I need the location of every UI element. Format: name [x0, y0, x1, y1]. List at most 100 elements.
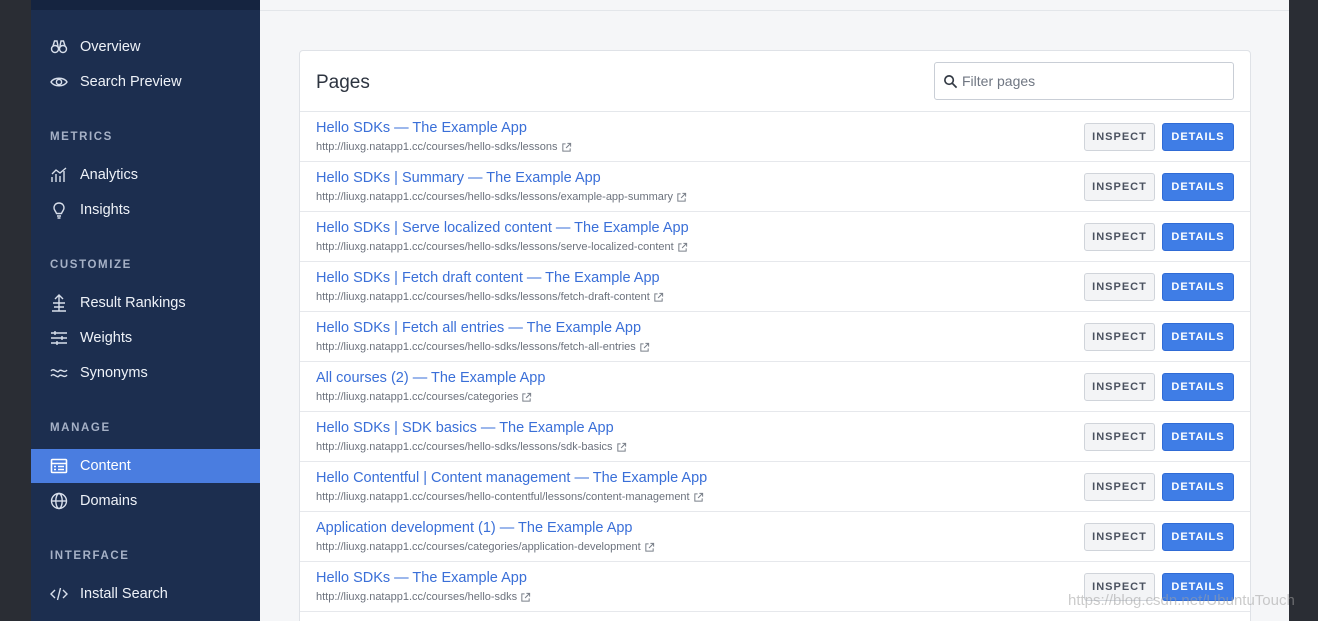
details-button[interactable]: DETAILS	[1162, 523, 1234, 551]
table-row: Hello SDKs | Fetch draft content — The E…	[300, 262, 1250, 312]
inspect-button[interactable]: INSPECT	[1084, 273, 1155, 301]
table-row: Hello SDKs | Summary — The Example App ht…	[300, 162, 1250, 212]
page-title-link[interactable]: Hello SDKs | Serve localized content — T…	[316, 220, 689, 236]
details-button[interactable]: DETAILS	[1162, 273, 1234, 301]
page-url-text[interactable]: http://liuxg.natapp1.cc/courses/categori…	[316, 391, 518, 403]
page-url-text[interactable]: http://liuxg.natapp1.cc/courses/hello-sd…	[316, 591, 517, 603]
section-title-interface: INTERFACE	[50, 550, 130, 562]
sidebar-item-install-search[interactable]: Install Search	[31, 577, 260, 611]
page-url[interactable]: http://liuxg.natapp1.cc/courses/hello-sd…	[316, 191, 687, 203]
page-url-text[interactable]: http://liuxg.natapp1.cc/courses/hello-sd…	[316, 241, 674, 253]
external-link-icon[interactable]	[644, 542, 655, 553]
sidebar: Overview Search Preview METRICS Analytic…	[31, 0, 260, 621]
external-link-icon[interactable]	[639, 342, 650, 353]
inspect-button[interactable]: INSPECT	[1084, 223, 1155, 251]
wave-icon	[50, 364, 68, 382]
lightbulb-icon	[50, 201, 68, 219]
external-link-icon[interactable]	[561, 142, 572, 153]
page-url[interactable]: http://liuxg.natapp1.cc/courses/hello-sd…	[316, 291, 664, 303]
page-url-text[interactable]: http://liuxg.natapp1.cc/courses/hello-sd…	[316, 341, 636, 353]
inspect-button[interactable]: INSPECT	[1084, 523, 1155, 551]
sidebar-item-label: Domains	[80, 493, 138, 509]
globe-icon	[50, 492, 68, 510]
sidebar-item-insights[interactable]: Insights	[31, 193, 260, 227]
details-button[interactable]: DETAILS	[1162, 323, 1234, 351]
inspect-button[interactable]: INSPECT	[1084, 123, 1155, 151]
page-url-text[interactable]: http://liuxg.natapp1.cc/courses/hello-sd…	[316, 441, 613, 453]
page-title-link[interactable]: Hello SDKs — The Example App	[316, 570, 527, 586]
sidebar-item-label: Weights	[80, 330, 133, 346]
external-link-icon[interactable]	[653, 292, 664, 303]
sidebar-item-analytics[interactable]: Analytics	[31, 158, 260, 192]
page-url-text[interactable]: http://liuxg.natapp1.cc/courses/hello-sd…	[316, 291, 650, 303]
external-link-icon[interactable]	[616, 442, 627, 453]
sidebar-item-label: Install Search	[80, 586, 168, 602]
sidebar-top-bar	[31, 0, 260, 10]
page-title-link[interactable]: Hello SDKs | Fetch all entries — The Exa…	[316, 320, 641, 336]
table-row: Hello SDKs | SDK basics — The Example Ap…	[300, 412, 1250, 462]
sidebar-item-label: Result Rankings	[80, 295, 186, 311]
window-left-edge	[0, 0, 31, 621]
page-url-text[interactable]: http://liuxg.natapp1.cc/courses/categori…	[316, 541, 641, 553]
sidebar-item-domains[interactable]: Domains	[31, 484, 260, 518]
watermark: https://blog.csdn.net/UbuntuTouch	[1068, 592, 1295, 609]
details-button[interactable]: DETAILS	[1162, 423, 1234, 451]
page-title-link[interactable]: Hello SDKs | Fetch draft content — The E…	[316, 270, 660, 286]
page-title-link[interactable]: Hello Contentful | Content management — …	[316, 470, 707, 486]
page-url-text[interactable]: http://liuxg.natapp1.cc/courses/hello-sd…	[316, 141, 558, 153]
table-row: Hello SDKs | Fetch all entries — The Exa…	[300, 312, 1250, 362]
external-link-icon[interactable]	[676, 192, 687, 203]
inspect-button[interactable]: INSPECT	[1084, 423, 1155, 451]
binoculars-icon	[50, 38, 68, 56]
details-button[interactable]: DETAILS	[1162, 123, 1234, 151]
sidebar-item-content[interactable]: Content	[31, 449, 260, 483]
filter-pages-input[interactable]	[962, 73, 1222, 89]
page-url[interactable]: http://liuxg.natapp1.cc/courses/hello-sd…	[316, 591, 531, 603]
details-button[interactable]: DETAILS	[1162, 373, 1234, 401]
details-button[interactable]: DETAILS	[1162, 173, 1234, 201]
page-title-link[interactable]: Hello SDKs | Summary — The Example App	[316, 170, 601, 186]
rankings-icon	[50, 294, 68, 312]
external-link-icon[interactable]	[520, 592, 531, 603]
sidebar-item-result-rankings[interactable]: Result Rankings	[31, 286, 260, 320]
table-row: Hello SDKs | Serve localized content — T…	[300, 212, 1250, 262]
page-url[interactable]: http://liuxg.natapp1.cc/courses/hello-sd…	[316, 241, 688, 253]
page-url-text[interactable]: http://liuxg.natapp1.cc/courses/hello-sd…	[316, 191, 673, 203]
sidebar-item-label: Search Preview	[80, 74, 182, 90]
content-icon	[50, 457, 68, 475]
sidebar-item-weights[interactable]: Weights	[31, 321, 260, 355]
page-url[interactable]: http://liuxg.natapp1.cc/courses/hello-sd…	[316, 141, 572, 153]
sidebar-item-label: Analytics	[80, 167, 139, 183]
page-url[interactable]: http://liuxg.natapp1.cc/courses/categori…	[316, 541, 655, 553]
page-title-link[interactable]: Hello SDKs | SDK basics — The Example Ap…	[316, 420, 614, 436]
sidebar-item-overview[interactable]: Overview	[31, 30, 260, 64]
external-link-icon[interactable]	[693, 492, 704, 503]
page-title-link[interactable]: Hello SDKs — The Example App	[316, 120, 527, 136]
card-header: Pages	[300, 51, 1250, 112]
sidebar-item-label: Synonyms	[80, 365, 148, 381]
page-url[interactable]: http://liuxg.natapp1.cc/courses/hello-co…	[316, 491, 704, 503]
page-url[interactable]: http://liuxg.natapp1.cc/courses/hello-sd…	[316, 441, 627, 453]
sidebar-item-label: Content	[80, 458, 131, 474]
section-title-manage: MANAGE	[50, 422, 111, 434]
sidebar-item-label: Insights	[80, 202, 130, 218]
sidebar-item-synonyms[interactable]: Synonyms	[31, 356, 260, 390]
page-url[interactable]: http://liuxg.natapp1.cc/courses/hello-sd…	[316, 341, 650, 353]
inspect-button[interactable]: INSPECT	[1084, 173, 1155, 201]
details-button[interactable]: DETAILS	[1162, 223, 1234, 251]
inspect-button[interactable]: INSPECT	[1084, 323, 1155, 351]
page-url-text[interactable]: http://liuxg.natapp1.cc/courses/hello-co…	[316, 491, 690, 503]
inspect-button[interactable]: INSPECT	[1084, 373, 1155, 401]
external-link-icon[interactable]	[521, 392, 532, 403]
external-link-icon[interactable]	[677, 242, 688, 253]
page-title-link[interactable]: All courses (2) — The Example App	[316, 370, 545, 386]
page-url[interactable]: http://liuxg.natapp1.cc/courses/categori…	[316, 391, 532, 403]
page-title: Pages	[316, 72, 370, 93]
sidebar-item-search-preview[interactable]: Search Preview	[31, 65, 260, 99]
table-row: All courses (2) — The Example App http://…	[300, 362, 1250, 412]
page-title-link[interactable]: Application development (1) — The Exampl…	[316, 520, 633, 536]
details-button[interactable]: DETAILS	[1162, 473, 1234, 501]
section-title-customize: CUSTOMIZE	[50, 259, 132, 271]
filter-box[interactable]	[934, 62, 1234, 100]
inspect-button[interactable]: INSPECT	[1084, 473, 1155, 501]
